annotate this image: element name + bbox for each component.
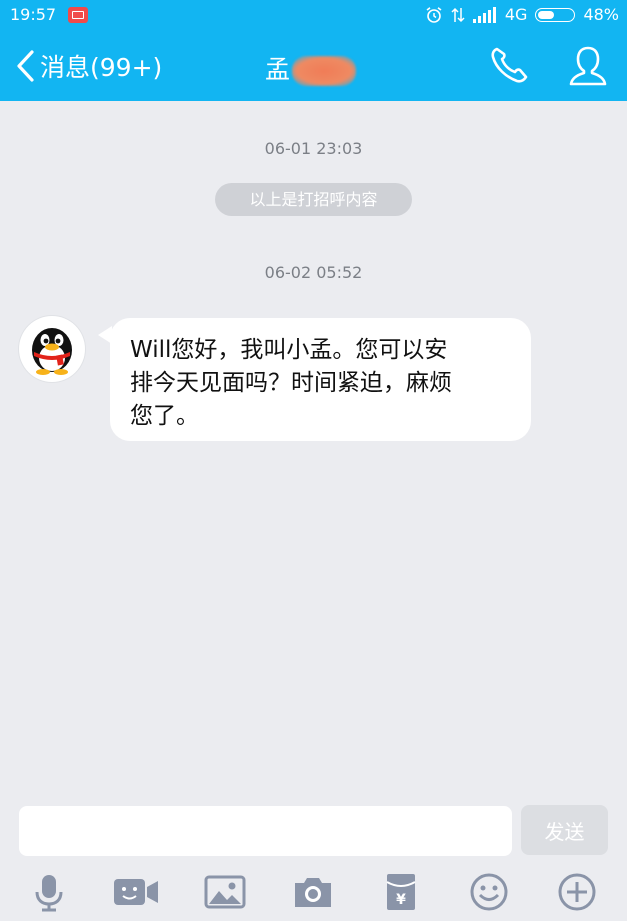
system-notice: 以上是打招呼内容 [215, 183, 412, 216]
message-bubble[interactable]: Will您好，我叫小孟。您可以安 排今天见面吗？时间紧迫，麻烦 您了。 [110, 318, 531, 441]
status-right: 4G 48% [425, 5, 619, 24]
avatar[interactable] [19, 316, 85, 382]
image-icon[interactable] [204, 872, 246, 912]
alarm-icon [426, 6, 442, 23]
contact-name: 孟 [265, 55, 291, 84]
battery-icon [535, 7, 576, 22]
red-packet-symbol: ¥ [396, 892, 406, 908]
camera-icon[interactable] [292, 872, 334, 912]
emoji-icon[interactable] [469, 872, 509, 912]
video-icon[interactable] [112, 872, 160, 912]
message-line: 排今天见面吗？时间紧迫，麻烦 [130, 370, 452, 396]
battery-percent: 48% [583, 5, 619, 24]
network-type: 4G [504, 5, 528, 24]
plus-icon[interactable] [557, 872, 597, 912]
data-transfer-icon [451, 7, 465, 22]
microphone-icon[interactable] [29, 872, 69, 912]
message-line: 您了。 [130, 403, 199, 429]
message-timestamp: 06-01 23:03 [264, 139, 363, 158]
chat-title: 孟 [265, 50, 357, 86]
message-line: Will您好，我叫小孟。您可以安 [130, 337, 448, 363]
phone-icon[interactable] [488, 44, 532, 86]
message-timestamp: 06-02 05:52 [264, 263, 363, 282]
back-label: 消息(99+) [40, 53, 163, 82]
red-packet-icon[interactable]: ¥ [381, 872, 421, 912]
chat-header: 消息(99+) 孟 [0, 30, 627, 101]
redaction-blur [292, 56, 357, 86]
penguin-avatar-icon [32, 328, 72, 375]
notification-icon [68, 7, 88, 23]
chevron-left-icon [17, 50, 34, 82]
profile-icon[interactable] [566, 44, 610, 88]
signal-icon [472, 6, 496, 23]
message-input[interactable] [19, 806, 512, 856]
back-button[interactable]: 消息(99+) [14, 48, 162, 84]
status-time: 19:57 [10, 5, 57, 24]
send-button[interactable]: 发送 [521, 805, 608, 855]
status-bar: 19:57 4G 48% [0, 0, 627, 30]
